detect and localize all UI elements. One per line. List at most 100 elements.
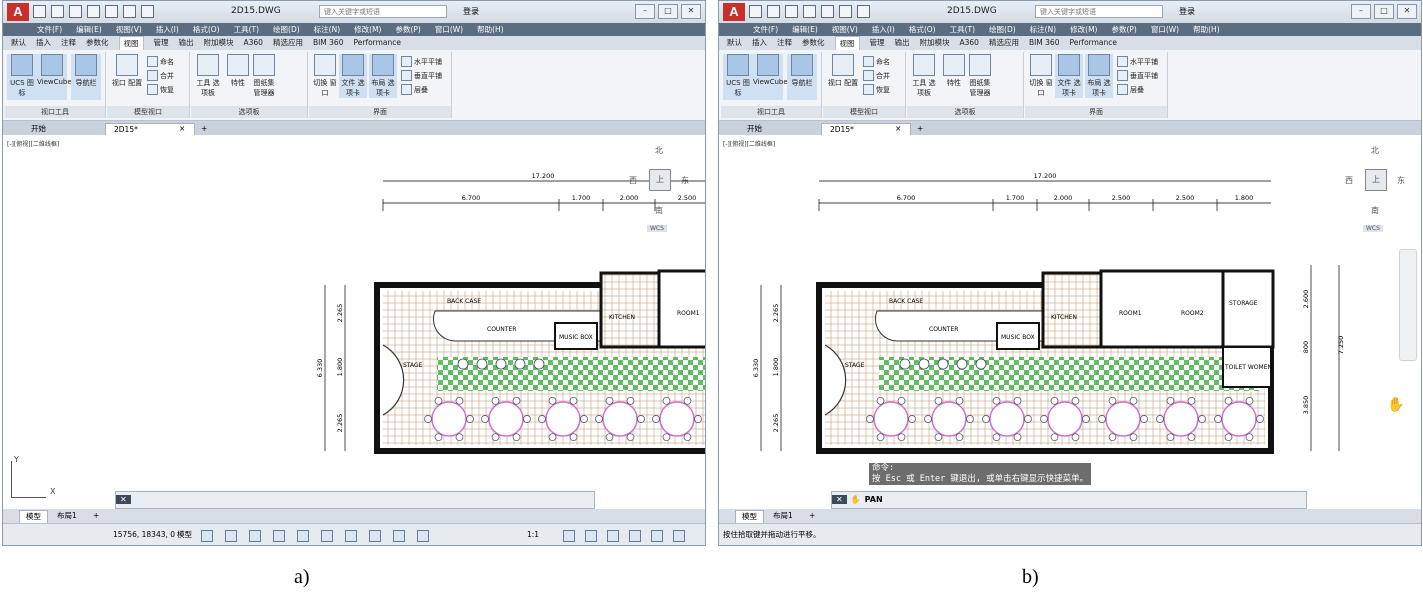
command-line[interactable]: ✕ bbox=[115, 491, 595, 509]
viewcube-top-face[interactable]: 上 bbox=[649, 169, 671, 191]
snap-icon[interactable] bbox=[225, 530, 237, 542]
ribbon-tab[interactable]: 精选应用 bbox=[273, 36, 303, 50]
menu-item[interactable]: 工具(T) bbox=[234, 23, 259, 36]
tab-start[interactable]: 开始 bbox=[23, 123, 54, 135]
osnap-icon[interactable] bbox=[297, 530, 309, 542]
menu-item[interactable]: 编辑(E) bbox=[792, 23, 818, 36]
close-button[interactable]: ✕ bbox=[681, 4, 701, 19]
ortho-icon[interactable] bbox=[249, 530, 261, 542]
tab-layout1[interactable]: 布局1 bbox=[51, 510, 83, 522]
ribbon-tab[interactable]: 附加模块 bbox=[204, 36, 234, 50]
search-input[interactable]: 键入关键字或短语 bbox=[1035, 5, 1163, 18]
undo-icon[interactable] bbox=[123, 5, 136, 18]
close-button[interactable]: ✕ bbox=[1397, 4, 1417, 19]
menu-item[interactable]: 修改(M) bbox=[354, 23, 381, 36]
isolate-icon[interactable] bbox=[607, 530, 619, 542]
menu-item[interactable]: 绘图(D) bbox=[989, 23, 1016, 36]
saveas-icon[interactable] bbox=[803, 5, 816, 18]
join-viewport-button[interactable]: 合并 bbox=[147, 70, 174, 81]
menu-item[interactable]: 参数(P) bbox=[395, 23, 420, 36]
ribbon-tab[interactable]: 注释 bbox=[61, 36, 76, 50]
tool-palettes-button[interactable]: 工具 选项板 bbox=[193, 54, 223, 98]
menu-item[interactable]: 文件(F) bbox=[37, 23, 62, 36]
ribbon-tab[interactable]: 注释 bbox=[777, 36, 792, 50]
menu-item[interactable]: 参数(P) bbox=[1111, 23, 1136, 36]
menu-item[interactable]: 插入(I) bbox=[156, 23, 179, 36]
viewcube-south[interactable]: 南 bbox=[655, 205, 663, 216]
sheet-set-manager-button[interactable]: 图纸集 管理器 bbox=[249, 54, 279, 98]
tab-layout1[interactable]: 布局1 bbox=[767, 510, 799, 522]
annotation-icon[interactable] bbox=[417, 530, 429, 542]
menu-item[interactable]: 编辑(E) bbox=[76, 23, 102, 36]
navbar-button[interactable]: 导航栏 bbox=[71, 54, 101, 100]
new-icon[interactable] bbox=[33, 5, 46, 18]
annotation-scale[interactable]: 1:1 bbox=[527, 524, 539, 545]
undo-icon[interactable] bbox=[839, 5, 852, 18]
login-button[interactable]: 登录 bbox=[1179, 6, 1195, 17]
save-icon[interactable] bbox=[69, 5, 82, 18]
layout-tabs-button[interactable]: 布局 选项卡 bbox=[369, 54, 397, 98]
ribbon-tab[interactable]: 管理 bbox=[154, 36, 169, 50]
ribbon-tab[interactable]: Performance bbox=[1069, 36, 1117, 50]
ribbon-tab[interactable]: 参数化 bbox=[86, 36, 109, 50]
join-viewport-button[interactable]: 合并 bbox=[863, 70, 890, 81]
print-icon[interactable] bbox=[105, 5, 118, 18]
viewcube-west[interactable]: 西 bbox=[629, 175, 637, 186]
command-close-icon[interactable]: ✕ bbox=[116, 495, 131, 504]
command-close-icon[interactable]: ✕ bbox=[832, 495, 847, 504]
sheet-set-manager-button[interactable]: 图纸集 管理器 bbox=[965, 54, 995, 98]
new-icon[interactable] bbox=[749, 5, 762, 18]
ribbon-tab[interactable]: 视图 bbox=[118, 36, 144, 50]
redo-icon[interactable] bbox=[141, 5, 154, 18]
minimize-button[interactable]: – bbox=[635, 4, 655, 19]
ribbon-tab[interactable]: 默认 bbox=[11, 36, 26, 50]
close-tab-icon[interactable]: × bbox=[171, 123, 193, 135]
ucs-icon-button[interactable]: UCS 图标 bbox=[7, 54, 37, 100]
menu-item[interactable]: 视图(V) bbox=[116, 23, 142, 36]
tile-vertical-button[interactable]: 垂直平铺 bbox=[1117, 70, 1158, 81]
file-tabs-button[interactable]: 文件 选项卡 bbox=[339, 54, 367, 98]
restore-viewport-button[interactable]: 恢复 bbox=[863, 84, 890, 95]
viewcube-south[interactable]: 南 bbox=[1371, 205, 1379, 216]
model-space-toggle[interactable]: 模型 bbox=[177, 524, 192, 545]
workspace-icon[interactable] bbox=[563, 530, 575, 542]
cascade-button[interactable]: 层叠 bbox=[1117, 84, 1144, 95]
tab-model[interactable]: 模型 bbox=[19, 510, 48, 524]
menu-item[interactable]: 视图(V) bbox=[832, 23, 858, 36]
command-line[interactable]: ✕ ✋ PAN bbox=[831, 491, 1307, 509]
save-icon[interactable] bbox=[785, 5, 798, 18]
ribbon-tab[interactable]: 插入 bbox=[752, 36, 767, 50]
ribbon-tab[interactable]: 视图 bbox=[834, 36, 860, 50]
add-layout-icon[interactable]: + bbox=[87, 510, 105, 522]
menu-item[interactable]: 绘图(D) bbox=[273, 23, 300, 36]
maximize-button[interactable]: □ bbox=[658, 4, 678, 19]
restore-viewport-button[interactable]: 恢复 bbox=[147, 84, 174, 95]
cascade-button[interactable]: 层叠 bbox=[401, 84, 428, 95]
ribbon-tab[interactable]: 精选应用 bbox=[989, 36, 1019, 50]
tab-model[interactable]: 模型 bbox=[735, 510, 764, 524]
close-tab-icon[interactable]: × bbox=[887, 123, 909, 135]
menu-item[interactable]: 帮助(H) bbox=[1193, 23, 1220, 36]
grid-icon[interactable] bbox=[201, 530, 213, 542]
menu-item[interactable]: 格式(O) bbox=[909, 23, 936, 36]
ucs-icon-button[interactable]: UCS 图标 bbox=[723, 54, 753, 100]
navbar-button[interactable]: 导航栏 bbox=[787, 54, 817, 100]
name-viewport-button[interactable]: 命名 bbox=[147, 56, 174, 67]
lock-icon[interactable] bbox=[585, 530, 597, 542]
menu-item[interactable]: 修改(M) bbox=[1070, 23, 1097, 36]
ribbon-tab[interactable]: 输出 bbox=[895, 36, 910, 50]
lineweight-icon[interactable] bbox=[345, 530, 357, 542]
login-button[interactable]: 登录 bbox=[463, 6, 479, 17]
wcs-menu[interactable]: WCS bbox=[1363, 225, 1383, 232]
new-tab-icon[interactable]: + bbox=[909, 123, 931, 135]
tile-horizontal-button[interactable]: 水平平铺 bbox=[401, 56, 442, 67]
ribbon-tab[interactable]: BIM 360 bbox=[1029, 36, 1060, 50]
viewport-config-button[interactable]: 视口 配置 bbox=[827, 54, 859, 88]
viewcube-button[interactable]: ViewCube bbox=[37, 54, 72, 100]
hardware-icon[interactable] bbox=[629, 530, 641, 542]
menu-item[interactable]: 窗口(W) bbox=[1151, 23, 1179, 36]
viewcube-east[interactable]: 东 bbox=[681, 175, 689, 186]
viewcube-button[interactable]: ViewCube bbox=[753, 54, 788, 100]
fullscreen-icon[interactable] bbox=[651, 530, 663, 542]
viewcube-north[interactable]: 北 bbox=[1371, 145, 1379, 156]
